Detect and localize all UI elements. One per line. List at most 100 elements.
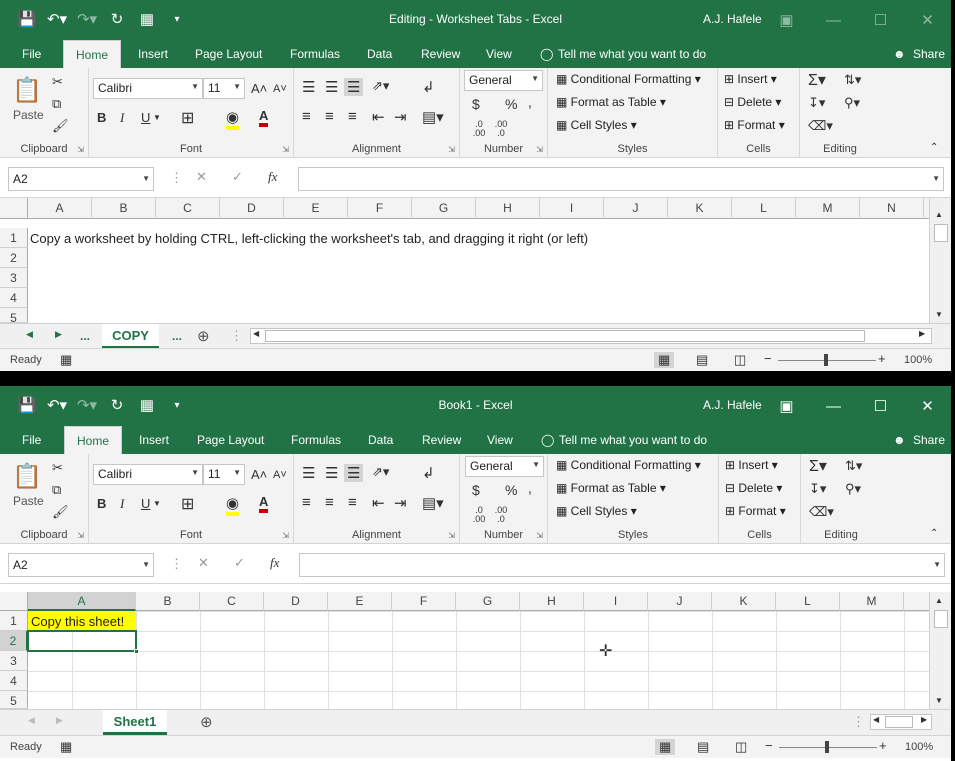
macro-record-icon[interactable]: ▦	[60, 739, 72, 755]
font-color-icon[interactable]: A	[259, 108, 269, 127]
vertical-scrollbar[interactable]: ▲ ▼	[929, 592, 951, 709]
font-size-box[interactable]: 11 ▼	[203, 464, 245, 485]
minimize-icon[interactable]: —	[810, 0, 857, 40]
hscroll-thumb[interactable]	[885, 716, 913, 728]
column-header[interactable]: H	[476, 198, 540, 219]
font-color-icon[interactable]: A	[259, 494, 269, 513]
enter-icon[interactable]: ✓	[234, 555, 245, 571]
select-all-corner[interactable]	[0, 592, 28, 611]
zoom-level[interactable]: 100%	[905, 741, 933, 753]
column-header[interactable]: E	[284, 198, 348, 219]
tab-home[interactable]: Home	[63, 40, 122, 68]
tab-view[interactable]: View	[486, 47, 512, 61]
increase-indent-icon[interactable]: ⇥	[394, 494, 407, 512]
font-name-box[interactable]: Calibri ▼	[93, 78, 203, 99]
minimize-icon[interactable]: —	[810, 386, 857, 426]
find-select-icon[interactable]: ⚲▾	[845, 481, 861, 497]
column-header[interactable]: D	[264, 592, 328, 611]
comma-button[interactable]: ,	[528, 480, 532, 496]
scroll-left-icon[interactable]: ◀	[253, 329, 259, 338]
normal-view-icon[interactable]: ▦	[654, 352, 675, 368]
comma-button[interactable]: ,	[528, 94, 532, 110]
scroll-right-icon[interactable]: ▶	[921, 715, 927, 724]
copy-icon[interactable]: ⧉	[52, 96, 61, 112]
formula-input[interactable]: ▼	[299, 553, 945, 577]
formula-input[interactable]: ▼	[298, 167, 944, 191]
sort-filter-icon[interactable]: ⇅▾	[844, 72, 861, 88]
autosum-icon[interactable]: Σ▾	[809, 456, 827, 476]
fill-icon[interactable]: ↧▾	[808, 95, 825, 111]
user-name[interactable]: A.J. Hafele	[703, 398, 762, 412]
tabs-ellipsis-left[interactable]: ...	[80, 329, 90, 343]
worksheet-grid[interactable]: A B C D E F G H I J K L M 1 2 3 4 5 Copy…	[0, 592, 951, 709]
align-middle-icon[interactable]: ☰	[325, 464, 338, 482]
scroll-tabs-right-icon[interactable]: ▶	[55, 329, 62, 340]
tab-review[interactable]: Review	[422, 433, 461, 447]
shrink-font-icon[interactable]: A˅	[273, 469, 287, 481]
percent-button[interactable]: %	[505, 96, 517, 112]
number-format-box[interactable]: General ▼	[464, 70, 543, 91]
close-icon[interactable]: ✕	[904, 386, 951, 426]
insert-function-icon[interactable]: fx	[270, 555, 279, 571]
cell-a1[interactable]: Copy this sheet!	[28, 611, 136, 631]
italic-button[interactable]: I	[120, 110, 124, 126]
tab-insert[interactable]: Insert	[138, 47, 168, 61]
tab-view[interactable]: View	[487, 433, 513, 447]
paste-label[interactable]: Paste	[13, 108, 44, 122]
zoom-slider-thumb[interactable]	[824, 354, 828, 366]
zoom-in-icon[interactable]: +	[878, 351, 886, 366]
tell-me-search[interactable]: Tell me what you want to do	[558, 47, 706, 61]
scroll-down-icon[interactable]: ▼	[935, 696, 943, 705]
column-header[interactable]: N	[860, 198, 924, 219]
font-size-box[interactable]: 11 ▼	[203, 78, 245, 99]
tab-data[interactable]: Data	[368, 433, 393, 447]
zoom-out-icon[interactable]: −	[765, 738, 773, 753]
column-header[interactable]: C	[200, 592, 264, 611]
column-header[interactable]: G	[456, 592, 520, 611]
align-center-icon[interactable]: ≡	[325, 108, 334, 125]
copy-icon[interactable]: ⧉	[52, 482, 61, 498]
decrease-indent-icon[interactable]: ⇤	[372, 108, 385, 126]
align-center-icon[interactable]: ≡	[325, 494, 334, 511]
font-launcher-icon[interactable]: ⇲	[282, 531, 289, 540]
worksheet-grid[interactable]: A B C D E F G H I J K L M N 1 2 3 4 5 Co…	[0, 198, 951, 325]
decrease-decimal-button[interactable]: .00 .0	[490, 120, 512, 138]
maximize-icon[interactable]: ☐	[857, 0, 904, 40]
row-header[interactable]: 3	[0, 651, 28, 671]
number-format-box[interactable]: General ▼	[465, 456, 544, 477]
scroll-right-icon[interactable]: ▶	[919, 329, 925, 338]
font-launcher-icon[interactable]: ⇲	[282, 145, 289, 154]
scroll-tabs-right-icon[interactable]: ▶	[56, 715, 63, 726]
shrink-font-icon[interactable]: A˅	[273, 83, 287, 95]
cut-icon[interactable]: ✂	[52, 460, 63, 476]
percent-button[interactable]: %	[505, 482, 517, 498]
column-header[interactable]: B	[92, 198, 156, 219]
scroll-up-icon[interactable]: ▲	[935, 596, 943, 605]
format-cells-button[interactable]: ⊞ Format ▾	[725, 504, 786, 518]
column-header[interactable]: E	[328, 592, 392, 611]
column-header[interactable]: M	[840, 592, 904, 611]
column-header[interactable]: I	[584, 592, 648, 611]
sheet-tab-sheet1[interactable]: Sheet1	[103, 710, 167, 735]
font-name-box[interactable]: Calibri ▼	[93, 464, 203, 485]
alignment-launcher-icon[interactable]: ⇲	[448, 145, 455, 154]
row-header[interactable]: 5	[0, 308, 28, 325]
scroll-tabs-left-icon[interactable]: ◀	[26, 329, 33, 340]
column-header[interactable]: F	[392, 592, 456, 611]
row-header[interactable]: 5	[0, 691, 28, 709]
new-sheet-icon[interactable]: ⊕	[197, 327, 210, 345]
align-top-icon[interactable]: ☰	[302, 78, 315, 96]
user-name[interactable]: A.J. Hafele	[703, 12, 762, 26]
format-as-table-button[interactable]: ▦ Format as Table ▾	[556, 95, 666, 109]
paste-icon[interactable]: 📋	[12, 462, 42, 491]
fill-handle[interactable]	[134, 649, 139, 654]
selected-cell-a2[interactable]	[27, 630, 137, 652]
scroll-up-icon[interactable]: ▲	[935, 210, 943, 219]
bold-button[interactable]: B	[97, 496, 106, 511]
scroll-left-icon[interactable]: ◀	[873, 715, 879, 724]
number-launcher-icon[interactable]: ⇲	[536, 531, 543, 540]
tell-me-search[interactable]: Tell me what you want to do	[559, 433, 707, 447]
number-launcher-icon[interactable]: ⇲	[536, 145, 543, 154]
column-header[interactable]: K	[668, 198, 732, 219]
column-header[interactable]: C	[156, 198, 220, 219]
